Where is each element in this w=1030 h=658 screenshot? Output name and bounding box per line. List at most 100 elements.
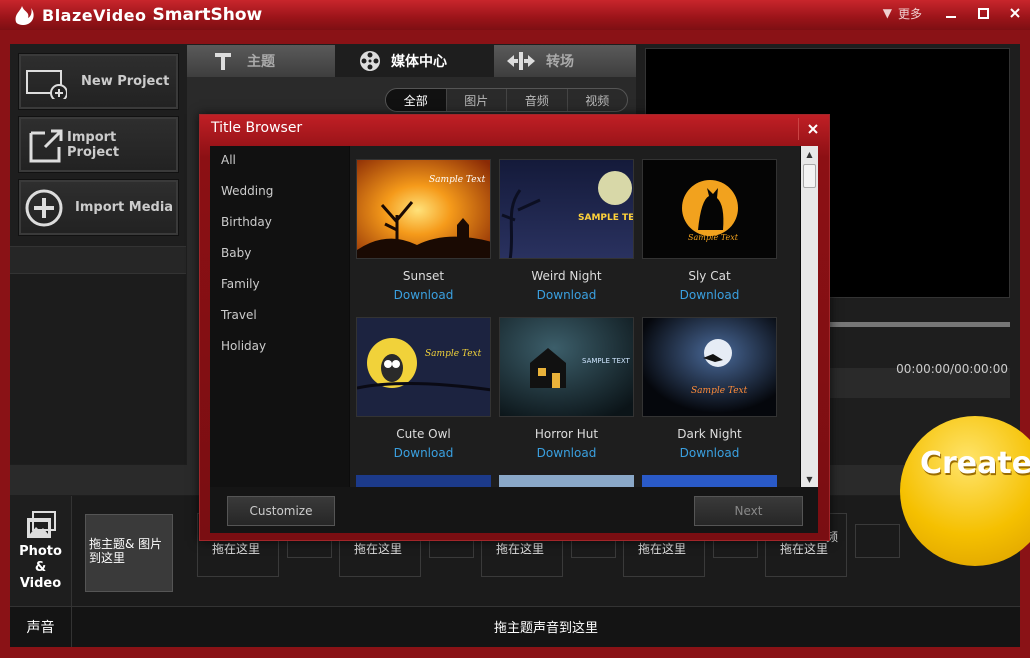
minimize-icon bbox=[946, 16, 956, 18]
dialog-close-button[interactable] bbox=[798, 118, 826, 140]
title-browser-dialog: Title Browser All Wedding Birthday Baby … bbox=[199, 114, 830, 541]
title-name: Sunset bbox=[402, 269, 445, 283]
scroll-down-arrow-icon[interactable]: ▼ bbox=[801, 471, 818, 487]
category-holiday[interactable]: Holiday bbox=[221, 339, 266, 353]
sample-text: Sample Text bbox=[425, 349, 482, 359]
audio-drop-zone[interactable]: 拖主题声音到这里 bbox=[72, 606, 1020, 647]
add-circle-icon bbox=[25, 189, 63, 226]
next-button[interactable]: Next bbox=[694, 496, 803, 526]
create-label: Create bbox=[920, 446, 1030, 481]
download-link[interactable]: Download bbox=[356, 288, 491, 302]
product-name: SmartShow bbox=[152, 5, 263, 25]
title-name: Horror Hut bbox=[534, 427, 599, 441]
category-baby[interactable]: Baby bbox=[221, 246, 251, 260]
import-project-label: Import Project bbox=[67, 129, 120, 160]
sample-text: SAMPLE TEXT bbox=[578, 213, 634, 223]
customize-button[interactable]: Customize bbox=[227, 496, 335, 526]
title-bar[interactable]: BlazeVideo SmartShow ▼ 更多 bbox=[0, 0, 1030, 30]
first-drop-slot[interactable]: 拖主题& 图片到这里 bbox=[85, 514, 173, 592]
close-icon bbox=[1010, 8, 1020, 18]
download-link[interactable]: Download bbox=[642, 446, 777, 460]
title-thumbnail[interactable]: Sample Text bbox=[642, 317, 777, 417]
title-thumbnail[interactable]: Sample Text bbox=[356, 317, 491, 417]
title-name: Sly Cat bbox=[688, 269, 731, 283]
title-thumbnail-partial[interactable] bbox=[642, 475, 777, 487]
new-project-label: New Project bbox=[81, 74, 170, 89]
title-name: Weird Night bbox=[531, 269, 602, 283]
filter-all[interactable]: 全部 bbox=[386, 89, 446, 111]
audio-label: 声音 bbox=[10, 606, 72, 647]
media-filter-group: 全部 图片 音频 视频 bbox=[385, 88, 628, 112]
title-card-sunset[interactable]: Sample Text Sunset Download bbox=[356, 159, 491, 302]
left-panel-strip bbox=[10, 246, 186, 274]
title-thumbnail-partial[interactable] bbox=[499, 475, 634, 487]
title-card-dark-night[interactable]: Sample Text Dark Night Download bbox=[642, 317, 777, 460]
blaze-flame-icon bbox=[15, 6, 34, 25]
tab-theme-label: 主题 bbox=[247, 54, 275, 70]
close-button[interactable] bbox=[1006, 4, 1024, 22]
title-thumbnail-partial[interactable] bbox=[356, 475, 491, 487]
more-menu[interactable]: ▼ 更多 bbox=[883, 5, 922, 22]
title-card-horror-hut[interactable]: SAMPLE TEXT Horror Hut Download bbox=[499, 317, 634, 460]
sample-text: Sample Text bbox=[688, 233, 739, 242]
filter-audio[interactable]: 音频 bbox=[506, 89, 567, 111]
maximize-icon bbox=[977, 7, 989, 19]
sample-text: Sample Text bbox=[429, 175, 486, 185]
import-media-button[interactable]: Import Media bbox=[18, 179, 179, 236]
download-link[interactable]: Download bbox=[642, 288, 777, 302]
title-thumbnail[interactable]: Sample Text bbox=[356, 159, 491, 259]
import-project-icon bbox=[29, 129, 63, 162]
sample-text: SAMPLE TEXT bbox=[582, 357, 631, 365]
title-thumbnail[interactable]: Sample Text bbox=[642, 159, 777, 259]
category-birthday[interactable]: Birthday bbox=[221, 215, 272, 229]
title-name: Dark Night bbox=[677, 427, 742, 441]
photo-video-icon bbox=[26, 511, 56, 538]
category-all[interactable]: All bbox=[221, 153, 236, 167]
tab-theme[interactable]: 主题 bbox=[187, 45, 335, 77]
import-project-button[interactable]: Import Project bbox=[18, 116, 179, 173]
maximize-button[interactable] bbox=[974, 4, 992, 22]
brand-name: BlazeVideo bbox=[42, 5, 147, 25]
title-card-sly-cat[interactable]: Sample Text Sly Cat Download bbox=[642, 159, 777, 302]
dropdown-triangle-icon: ▼ bbox=[882, 6, 892, 20]
close-icon bbox=[807, 124, 818, 134]
dialog-body: All Wedding Birthday Baby Family Travel … bbox=[210, 146, 818, 487]
new-project-button[interactable]: New Project bbox=[18, 53, 179, 110]
scroll-up-arrow-icon[interactable]: ▲ bbox=[801, 146, 818, 162]
text-t-icon bbox=[215, 53, 231, 70]
download-link[interactable]: Download bbox=[356, 446, 491, 460]
category-wedding[interactable]: Wedding bbox=[221, 184, 273, 198]
dialog-footer: Customize Next bbox=[210, 487, 818, 533]
filter-image[interactable]: 图片 bbox=[445, 89, 507, 111]
tab-media-center[interactable]: 媒体中心 bbox=[335, 45, 494, 77]
timecode-display: 00:00:00/00:00:00 bbox=[896, 362, 1008, 376]
app-logo: BlazeVideo SmartShow bbox=[12, 3, 262, 27]
scroll-thumb[interactable] bbox=[803, 164, 816, 188]
media-tabs: 主题 媒体中心 转场 bbox=[187, 45, 636, 77]
app-window: BlazeVideo SmartShow ▼ 更多 New Project Im… bbox=[0, 0, 1030, 658]
photo-video-label: Photo & Video bbox=[19, 544, 62, 591]
import-media-label: Import Media bbox=[75, 200, 174, 215]
title-card-weird-night[interactable]: SAMPLE TEXT Weird Night Download bbox=[499, 159, 634, 302]
dialog-title: Title Browser bbox=[211, 120, 303, 136]
tab-transition[interactable]: 转场 bbox=[494, 45, 636, 77]
category-travel[interactable]: Travel bbox=[221, 308, 257, 322]
film-reel-icon bbox=[360, 51, 380, 71]
minimize-button[interactable] bbox=[942, 4, 960, 22]
more-label: 更多 bbox=[897, 6, 922, 21]
title-thumbnail[interactable]: SAMPLE TEXT bbox=[499, 159, 634, 259]
title-card-cute-owl[interactable]: Sample Text Cute Owl Download bbox=[356, 317, 491, 460]
category-list: All Wedding Birthday Baby Family Travel … bbox=[210, 146, 349, 487]
download-link[interactable]: Download bbox=[499, 288, 634, 302]
grid-scrollbar[interactable]: ▲ ▼ bbox=[801, 146, 818, 487]
tab-transition-label: 转场 bbox=[546, 54, 574, 70]
filter-video[interactable]: 视频 bbox=[566, 89, 628, 111]
category-family[interactable]: Family bbox=[221, 277, 260, 291]
left-panel bbox=[10, 274, 186, 464]
photo-video-section: Photo & Video bbox=[10, 496, 72, 606]
transition-slot-5[interactable] bbox=[855, 524, 900, 558]
title-thumbnail[interactable]: SAMPLE TEXT bbox=[499, 317, 634, 417]
new-project-icon bbox=[26, 69, 67, 99]
title-name: Cute Owl bbox=[396, 427, 451, 441]
download-link[interactable]: Download bbox=[499, 446, 634, 460]
